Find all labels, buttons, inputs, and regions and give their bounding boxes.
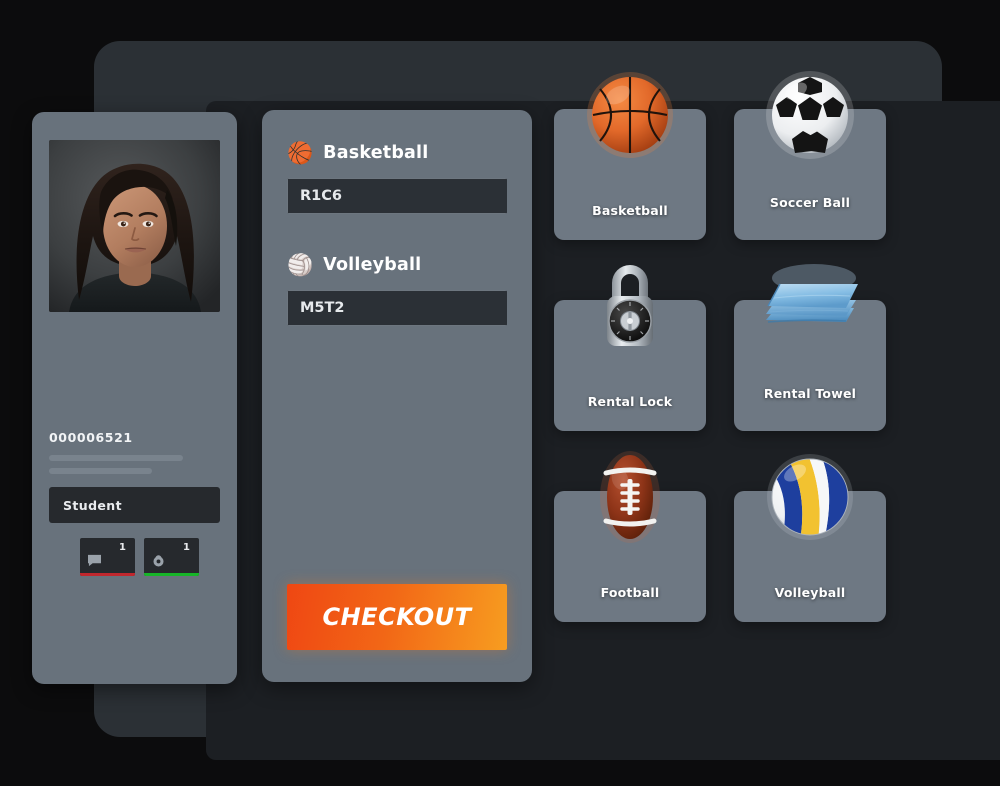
product-label: Rental Towel (763, 386, 857, 401)
basketball-icon: 🏀 (287, 140, 314, 165)
profile-role-field: Student (49, 487, 220, 523)
cart-item-name: Volleyball (323, 255, 422, 275)
product-tile-soccer-ball[interactable]: Soccer Ball (734, 71, 886, 240)
cart-item-name: Basketball (323, 143, 429, 163)
cart-panel: 🏀 Basketball 🏐 Volleyball (262, 110, 532, 682)
volleyball-icon: 🏐 (287, 252, 314, 277)
lock-icon (554, 252, 706, 360)
cart-item-header: 🏀 Basketball (287, 138, 507, 168)
product-label: Soccer Ball (769, 195, 851, 210)
avatar (49, 140, 220, 312)
cart-item-code-row (287, 178, 507, 214)
profile-badge-row: 1 1 (80, 538, 199, 576)
profile-role-label: Student (63, 497, 122, 513)
product-grid: Basketball Soccer Ball Rental Lock Renta… (554, 71, 890, 622)
redacted-detail-line (49, 468, 152, 474)
football-icon (554, 443, 706, 551)
product-tile-volleyball[interactable]: Volleyball (734, 454, 886, 622)
cart-item-header: 🏐 Volleyball (287, 250, 507, 280)
cart-item-code-input[interactable] (287, 290, 507, 326)
profile-card: 000006521 Student 1 1 (32, 112, 237, 684)
cart-item-code-row (287, 290, 507, 326)
product-label: Volleyball (774, 585, 846, 600)
product-label: Rental Lock (587, 394, 673, 409)
status-badge-underline (80, 573, 135, 576)
status-badge-count: 1 (119, 542, 126, 553)
product-tile-rental-lock[interactable]: Rental Lock (554, 265, 706, 431)
status-badge-count: 1 (183, 542, 190, 553)
message-icon (87, 554, 102, 567)
checkout-button[interactable]: CHECKOUT (287, 584, 507, 650)
volleyball-icon (734, 443, 886, 551)
product-label: Football (600, 585, 660, 600)
profile-id-number: 000006521 (49, 430, 133, 445)
lock-icon (151, 554, 166, 567)
product-tile-rental-towel[interactable]: Rental Towel (734, 264, 886, 431)
status-badge-messages[interactable]: 1 (80, 538, 135, 576)
product-tile-football[interactable]: Football (554, 451, 706, 622)
towel-icon (734, 252, 886, 360)
kiosk-screen: 000006521 Student 1 1 🏀 Basketball R1C6 … (0, 0, 1000, 786)
status-badge-rentals[interactable]: 1 (144, 538, 199, 576)
redacted-name-line (49, 455, 183, 461)
status-badge-underline (144, 573, 199, 576)
product-tile-basketball[interactable]: Basketball (554, 72, 706, 240)
cart-item: 🏐 Volleyball (287, 250, 507, 326)
cart-item: 🏀 Basketball (287, 138, 507, 214)
cart-item-code-input[interactable] (287, 178, 507, 214)
product-label: Basketball (592, 203, 668, 218)
